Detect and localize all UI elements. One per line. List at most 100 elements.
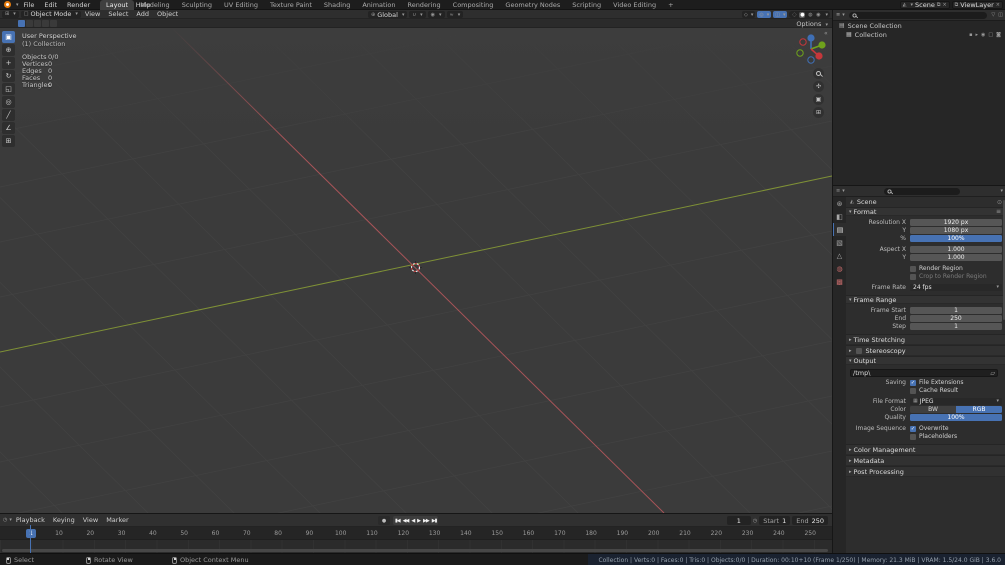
- cache-result-checkbox[interactable]: [910, 387, 916, 394]
- menu-marker[interactable]: Marker: [102, 516, 132, 524]
- frame-end-field[interactable]: 250: [910, 315, 1002, 322]
- shading-solid-button[interactable]: ●: [799, 11, 806, 18]
- frame-start-timeline-field[interactable]: Start 1: [759, 516, 791, 525]
- crop-region-checkbox[interactable]: [910, 273, 916, 280]
- timeline-scrollbar[interactable]: [2, 549, 828, 552]
- shading-wireframe-button[interactable]: ◌: [791, 12, 797, 18]
- outliner-item-collection[interactable]: ▦ Collection ▪ ▸ ◉ □ ◙: [833, 30, 1005, 39]
- file-format-dropdown[interactable]: ▦ JPEG ▾: [910, 398, 1002, 405]
- select-mode-intersect-button[interactable]: [50, 20, 57, 27]
- properties-editor-icon[interactable]: ≡: [836, 188, 840, 194]
- tool-transform[interactable]: ◎: [2, 96, 15, 108]
- properties-search-input[interactable]: [883, 187, 960, 195]
- snap-toggle[interactable]: ∪ ▾: [409, 11, 426, 18]
- tool-rotate[interactable]: ↻: [2, 70, 15, 82]
- select-mode-extend-button[interactable]: [26, 20, 33, 27]
- select-mode-invert-button[interactable]: [42, 20, 49, 27]
- tab-video-editing[interactable]: Video Editing: [607, 0, 662, 10]
- folder-icon[interactable]: ▱: [990, 370, 995, 377]
- tool-select-box[interactable]: ▣: [2, 31, 15, 43]
- mode-selector[interactable]: □ Object Mode ▾: [20, 10, 81, 18]
- tab-compositing[interactable]: Compositing: [447, 0, 500, 10]
- play-reverse-button[interactable]: ◀: [411, 518, 415, 524]
- selectable-icon[interactable]: ▸: [976, 32, 979, 38]
- menu-playback[interactable]: Playback: [12, 516, 49, 524]
- proportional-falloff-dropdown[interactable]: ≈ ▾: [446, 11, 464, 18]
- current-frame-marker[interactable]: 1: [26, 529, 36, 538]
- disable-render-icon[interactable]: ◙: [996, 32, 1001, 38]
- aspect-x-field[interactable]: 1.000: [910, 246, 1002, 253]
- menu-timeline-view[interactable]: View: [79, 516, 102, 524]
- viewport-canvas[interactable]: ▣ ⊕ + ↻ ◱ ◎ ╱ ∠ ⊞ User Perspective (1) C…: [0, 28, 832, 513]
- timeline-editor-icon[interactable]: ◷: [3, 517, 7, 523]
- xray-toggle[interactable]: ◫ ▾: [773, 11, 788, 18]
- section-metadata[interactable]: ▸ Metadata: [846, 455, 1005, 466]
- section-frame-range[interactable]: ▾ Frame Range: [846, 295, 1005, 304]
- camera-view-button[interactable]: ▣: [813, 94, 824, 105]
- hide-eye-icon[interactable]: ◉: [981, 32, 985, 38]
- menu-file[interactable]: File: [19, 1, 40, 9]
- menu-render[interactable]: Render: [62, 1, 95, 9]
- disable-viewport-icon[interactable]: □: [988, 32, 993, 38]
- play-button[interactable]: ▶: [417, 518, 421, 524]
- new-scene-icon[interactable]: ⧉: [937, 2, 941, 8]
- outliner-search-input[interactable]: [848, 11, 988, 19]
- properties-options-caret-icon[interactable]: ▾: [1000, 188, 1003, 194]
- proportional-editing-toggle[interactable]: ◉ ▾: [427, 11, 445, 18]
- stereoscopy-checkbox[interactable]: [855, 347, 862, 354]
- select-mode-set-button[interactable]: [18, 20, 25, 27]
- add-workspace-button[interactable]: +: [662, 0, 679, 10]
- outliner-filter-icon[interactable]: ▽: [991, 12, 995, 18]
- color-bw-button[interactable]: BW: [910, 406, 956, 413]
- select-mode-subtract-button[interactable]: [34, 20, 41, 27]
- blender-logo-icon[interactable]: [4, 1, 11, 8]
- zoom-button[interactable]: [813, 68, 824, 79]
- overwrite-checkbox[interactable]: ✓: [910, 425, 916, 432]
- options-dropdown[interactable]: Options ▾: [796, 20, 828, 28]
- resolution-x-field[interactable]: 1920 px: [910, 219, 1002, 226]
- menu-add[interactable]: Add: [132, 10, 153, 18]
- tab-geometry-nodes[interactable]: Geometry Nodes: [499, 0, 566, 10]
- sidebar-collapse-icon[interactable]: «: [824, 30, 828, 37]
- viewlayer-selector[interactable]: ⧉ ViewLayer ×: [951, 1, 1003, 9]
- tab-tool-properties[interactable]: ⊛: [833, 197, 846, 210]
- editor-type-selector[interactable]: ⊞ ▾: [2, 10, 19, 18]
- timeline-ruler[interactable]: 10 20 30 40 50 60 70 80 90 100 110 120 130 140 150 160 1…: [0, 527, 832, 540]
- menu-object[interactable]: Object: [153, 10, 182, 18]
- tab-shading[interactable]: Shading: [318, 0, 356, 10]
- tab-view-layer-properties[interactable]: ▧: [833, 236, 846, 249]
- frame-start-field[interactable]: 1: [910, 307, 1002, 314]
- tab-output-properties[interactable]: ▤: [833, 223, 846, 236]
- outliner-display-mode-icon[interactable]: ≣: [836, 12, 840, 18]
- menu-select[interactable]: Select: [104, 10, 132, 18]
- previous-keyframe-button[interactable]: ◀◀: [403, 518, 410, 524]
- remove-viewlayer-icon[interactable]: ×: [996, 2, 1000, 8]
- perspective-toggle-button[interactable]: ⊞: [813, 107, 824, 118]
- pin-icon[interactable]: ⊙: [997, 199, 1002, 206]
- transform-orientation-dropdown[interactable]: ⊕ Global ▾: [368, 11, 408, 19]
- scene-selector[interactable]: ◭ ▾ Scene ⧉ ×: [899, 1, 950, 9]
- tab-texture-paint[interactable]: Texture Paint: [264, 0, 318, 10]
- tab-render-properties[interactable]: ◧: [833, 210, 846, 223]
- tab-rendering[interactable]: Rendering: [401, 0, 446, 10]
- tool-move[interactable]: +: [2, 57, 15, 69]
- quality-slider[interactable]: 100%: [910, 414, 1002, 421]
- tab-uv-editing[interactable]: UV Editing: [218, 0, 264, 10]
- current-frame-field[interactable]: 1: [726, 516, 751, 525]
- placeholders-checkbox[interactable]: [910, 433, 916, 440]
- frame-end-timeline-field[interactable]: End 250: [792, 516, 828, 525]
- section-time-stretching[interactable]: ▸ Time Stretching: [846, 334, 1005, 345]
- frame-step-field[interactable]: 1: [910, 323, 1002, 330]
- section-stereoscopy[interactable]: ▸ Stereoscopy: [846, 345, 1005, 356]
- shading-rendered-button[interactable]: ◉: [815, 12, 821, 18]
- next-keyframe-button[interactable]: ▶▶: [423, 518, 430, 524]
- tab-scripting[interactable]: Scripting: [566, 0, 607, 10]
- tab-animation[interactable]: Animation: [356, 0, 401, 10]
- tool-cursor[interactable]: ⊕: [2, 44, 15, 56]
- tool-scale[interactable]: ◱: [2, 83, 15, 95]
- auto-keying-button[interactable]: ●: [378, 516, 390, 525]
- menu-edit[interactable]: Edit: [39, 1, 62, 9]
- tool-annotate[interactable]: ╱: [2, 109, 15, 121]
- unlink-scene-icon[interactable]: ×: [942, 2, 946, 8]
- menu-view[interactable]: View: [81, 10, 104, 18]
